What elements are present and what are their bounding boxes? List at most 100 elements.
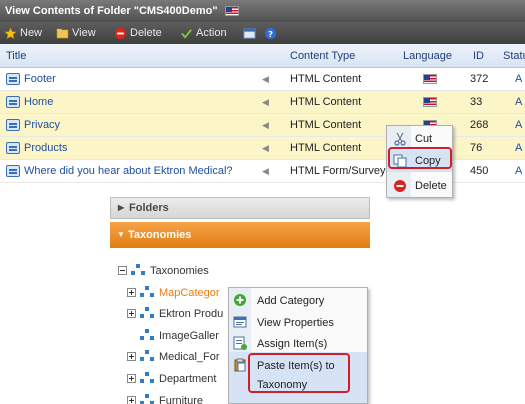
- tree-node[interactable]: Department: [127, 370, 216, 388]
- row-title[interactable]: Privacy: [24, 114, 60, 137]
- row-title[interactable]: Where did you hear about Ektron Medical?: [24, 160, 233, 183]
- view-label: View: [72, 27, 96, 39]
- paste-highlight-callout: [248, 353, 350, 393]
- folder-view-icon: [56, 28, 69, 38]
- add-category-menu-item[interactable]: Add Category: [257, 290, 324, 312]
- row-title[interactable]: Footer: [24, 68, 56, 91]
- row-status: A: [515, 165, 523, 177]
- assign-items-icon: [233, 336, 247, 350]
- tree-node-label: Ektron Produ: [159, 308, 224, 320]
- row-menu-arrow-icon[interactable]: ◀: [262, 160, 269, 183]
- tree-node[interactable]: Furniture: [127, 392, 203, 404]
- row-menu-arrow-icon[interactable]: ◀: [262, 91, 269, 114]
- column-header-row: Title Content Type Language ID Statu: [0, 44, 525, 68]
- table-row[interactable]: Home ◀ HTML Content 33 A: [0, 91, 525, 114]
- row-menu-arrow-icon[interactable]: ◀: [262, 137, 269, 160]
- new-button[interactable]: New: [4, 22, 42, 44]
- expand-icon[interactable]: [127, 396, 136, 404]
- window-icon: [243, 27, 256, 39]
- tree-root[interactable]: Taxonomies: [118, 262, 209, 280]
- tree-node[interactable]: Ektron Produ: [127, 305, 223, 323]
- add-icon: [234, 294, 246, 306]
- column-content-type[interactable]: Content Type: [290, 44, 355, 68]
- action-button[interactable]: Action: [180, 22, 227, 44]
- column-id[interactable]: ID: [473, 44, 484, 68]
- tree-node-label: Medical_For: [159, 351, 220, 363]
- expand-icon[interactable]: [127, 374, 136, 383]
- tree-node-label: Department: [159, 373, 217, 385]
- delete-button[interactable]: Delete: [114, 22, 162, 44]
- window-title-bar: View Contents of Folder "CMS400Demo": [0, 0, 525, 22]
- taxonomies-label: Taxonomies: [128, 229, 192, 241]
- column-status[interactable]: Statu: [503, 44, 525, 68]
- delete-menu-label: Delete: [415, 180, 447, 192]
- taxonomy-icon: [131, 264, 146, 276]
- delete-label: Delete: [130, 27, 162, 39]
- help-button[interactable]: ?: [264, 22, 277, 44]
- tree-node-label: ImageGaller: [159, 330, 219, 342]
- folders-panel-header[interactable]: ▶ Folders: [110, 197, 370, 219]
- row-content-type: HTML Content: [290, 142, 362, 154]
- taxonomy-icon: [140, 307, 155, 319]
- chevron-right-icon: ▶: [118, 203, 125, 212]
- row-id: 372: [470, 73, 489, 85]
- svg-text:?: ?: [268, 28, 273, 38]
- row-content-type: HTML Form/Survey: [290, 165, 386, 177]
- copy-highlight-callout: [388, 147, 452, 169]
- properties-icon: [233, 316, 247, 328]
- window-title: View Contents of Folder "CMS400Demo": [5, 5, 218, 17]
- tree-node[interactable]: MapCategor: [127, 284, 220, 302]
- window-button[interactable]: [243, 22, 256, 44]
- row-menu-arrow-icon[interactable]: ◀: [262, 68, 269, 91]
- action-label: Action: [196, 27, 227, 39]
- folders-label: Folders: [129, 202, 169, 214]
- new-label: New: [20, 27, 43, 39]
- new-star-icon: [4, 26, 17, 39]
- row-id: 76: [470, 142, 483, 154]
- row-content-type: HTML Content: [290, 73, 362, 85]
- taxonomy-icon: [140, 372, 155, 384]
- collapse-icon[interactable]: [118, 266, 127, 275]
- tree-node-label: MapCategor: [159, 287, 220, 299]
- scissors-icon: [394, 132, 406, 146]
- taxonomy-icon: [140, 329, 155, 341]
- form-content-icon: [6, 165, 20, 177]
- us-flag-icon: [224, 6, 239, 16]
- column-language[interactable]: Language: [403, 44, 452, 68]
- row-id: 33: [470, 96, 483, 108]
- view-properties-menu-item[interactable]: View Properties: [257, 312, 334, 334]
- expand-icon[interactable]: [127, 288, 136, 297]
- tree-node[interactable]: Medical_For: [127, 348, 220, 366]
- row-menu-arrow-icon[interactable]: ◀: [262, 114, 269, 137]
- tree-root-label: Taxonomies: [150, 265, 209, 277]
- chevron-down-icon: ▼: [117, 230, 125, 239]
- taxonomy-icon: [140, 286, 155, 298]
- toolbar: New View Delete Action ?: [0, 22, 525, 44]
- row-id: 268: [470, 119, 489, 131]
- row-status: A: [515, 73, 523, 85]
- taxonomies-panel-header[interactable]: ▼ Taxonomies: [110, 222, 370, 248]
- delete-menu-item[interactable]: Delete: [387, 175, 452, 197]
- view-button[interactable]: View: [56, 22, 96, 44]
- assign-items-menu-item[interactable]: Assign Item(s): [257, 333, 327, 355]
- row-title[interactable]: Home: [24, 91, 53, 114]
- taxonomy-icon: [140, 394, 155, 404]
- html-content-icon: [6, 96, 20, 108]
- html-content-icon: [6, 73, 20, 85]
- expand-icon[interactable]: [127, 352, 136, 361]
- cut-label: Cut: [415, 133, 433, 145]
- row-status: A: [515, 96, 523, 108]
- view-properties-label: View Properties: [257, 317, 334, 329]
- row-content-type: HTML Content: [290, 96, 362, 108]
- delete-icon: [394, 180, 406, 192]
- taxonomy-icon: [140, 350, 155, 362]
- tree-node[interactable]: ImageGaller: [140, 327, 219, 345]
- row-title[interactable]: Products: [24, 137, 67, 160]
- table-row[interactable]: Footer ◀ HTML Content 372 A: [0, 68, 525, 91]
- tree-node-label: Furniture: [159, 395, 204, 404]
- paste-icon: [234, 358, 246, 372]
- expand-icon[interactable]: [127, 309, 136, 318]
- row-content-type: HTML Content: [290, 119, 362, 131]
- checkmark-icon: [181, 28, 192, 39]
- column-title[interactable]: Title: [6, 44, 26, 68]
